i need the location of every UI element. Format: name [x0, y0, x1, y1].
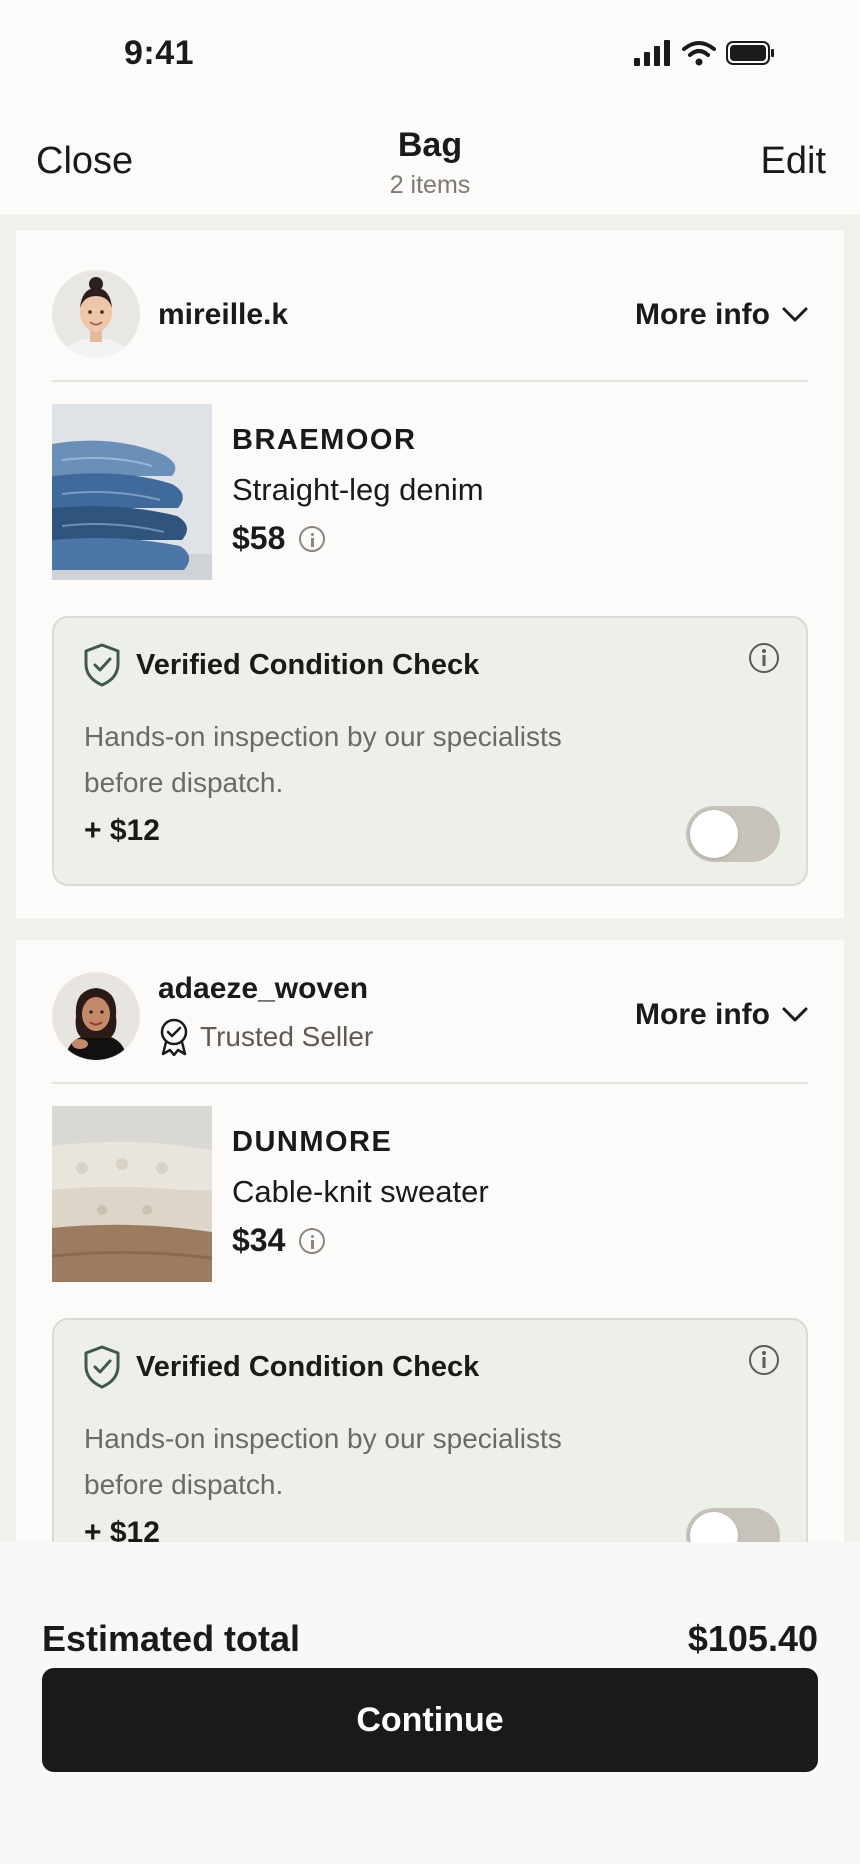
avatar-image	[52, 972, 140, 1060]
info-icon[interactable]	[748, 1344, 780, 1376]
seller-header: mireille.k More info	[52, 230, 808, 380]
toggle-knob	[690, 810, 738, 858]
trusted-seller-badge: Trusted Seller	[158, 1018, 373, 1056]
item-count: 2 items	[389, 171, 471, 199]
seller-name[interactable]: mireille.k	[158, 298, 288, 332]
status-icons	[634, 40, 776, 66]
condition-check-description: Hands-on inspection by our specialists b…	[84, 721, 562, 798]
condition-check-panel: Verified Condition Check Hands-on inspec…	[52, 616, 808, 886]
condition-check-title: Verified Condition Check	[136, 1350, 480, 1383]
condition-check-header: Verified Condition Check	[82, 1344, 479, 1390]
divider	[52, 380, 808, 382]
estimated-total-label: Estimated total	[42, 1618, 301, 1659]
divider	[52, 1082, 808, 1084]
seller-name[interactable]: adaeze_woven	[158, 972, 368, 1006]
battery-icon	[726, 41, 774, 65]
more-info-button[interactable]: More info	[635, 298, 808, 332]
status-time: 9:41	[124, 34, 195, 72]
item-name[interactable]: Cable-knit sweater	[232, 1174, 489, 1210]
edit-button[interactable]: Edit	[761, 140, 826, 183]
bag-item: DUNMORE Cable-knit sweater $34	[52, 1106, 808, 1286]
shield-check-icon	[84, 643, 120, 687]
wifi-icon	[682, 41, 716, 66]
chevron-down-icon	[782, 1007, 808, 1022]
nav-header: Close Bag 2 items Edit	[0, 110, 860, 214]
condition-check-price: + $12	[84, 814, 160, 847]
condition-check-toggle[interactable]	[686, 806, 780, 862]
item-price: $58	[232, 520, 286, 556]
condition-check-header: Verified Condition Check	[82, 642, 479, 688]
avatar[interactable]	[52, 972, 140, 1060]
item-brand: DUNMORE	[232, 1126, 393, 1158]
status-bar: 9:41	[0, 0, 860, 110]
continue-button[interactable]: Continue	[42, 1668, 818, 1772]
more-info-button[interactable]: More info	[635, 998, 808, 1032]
price-info-icon[interactable]	[299, 525, 326, 552]
avatar[interactable]	[52, 270, 140, 358]
more-info-label: More info	[635, 298, 770, 331]
seller-header: adaeze_woven Trusted Seller More info	[52, 940, 808, 1090]
item-name[interactable]: Straight-leg denim	[232, 472, 484, 508]
avatar-image	[52, 270, 140, 358]
seller-card: mireille.k More info BRAEMOOR Straight-l…	[16, 230, 844, 918]
trusted-seller-label: Trusted Seller	[200, 1021, 374, 1052]
estimated-total-value: $105.40	[687, 1618, 818, 1659]
more-info-label: More info	[635, 998, 770, 1031]
nav-title-group: Bag 2 items	[0, 126, 860, 200]
price-row: $58	[232, 520, 326, 557]
info-icon[interactable]	[748, 642, 780, 674]
bag-item: BRAEMOOR Straight-leg denim $58	[52, 404, 808, 584]
award-badge-icon	[160, 1018, 188, 1056]
chevron-down-icon	[782, 307, 808, 322]
page-title: Bag	[397, 126, 463, 164]
price-info-icon[interactable]	[299, 1227, 326, 1254]
shield-check-icon	[84, 1345, 120, 1389]
price-row: $34	[232, 1222, 326, 1259]
condition-check-description: Hands-on inspection by our specialists b…	[84, 1423, 562, 1500]
seller-card: adaeze_woven Trusted Seller More info DU…	[16, 940, 844, 1590]
signal-icon	[634, 40, 670, 66]
item-price: $34	[232, 1222, 286, 1258]
product-image[interactable]	[52, 404, 212, 580]
item-brand: BRAEMOOR	[232, 424, 417, 456]
checkout-footer: Estimated total $105.40 Continue	[0, 1542, 860, 1864]
condition-check-title: Verified Condition Check	[136, 648, 480, 681]
product-image[interactable]	[52, 1106, 212, 1282]
